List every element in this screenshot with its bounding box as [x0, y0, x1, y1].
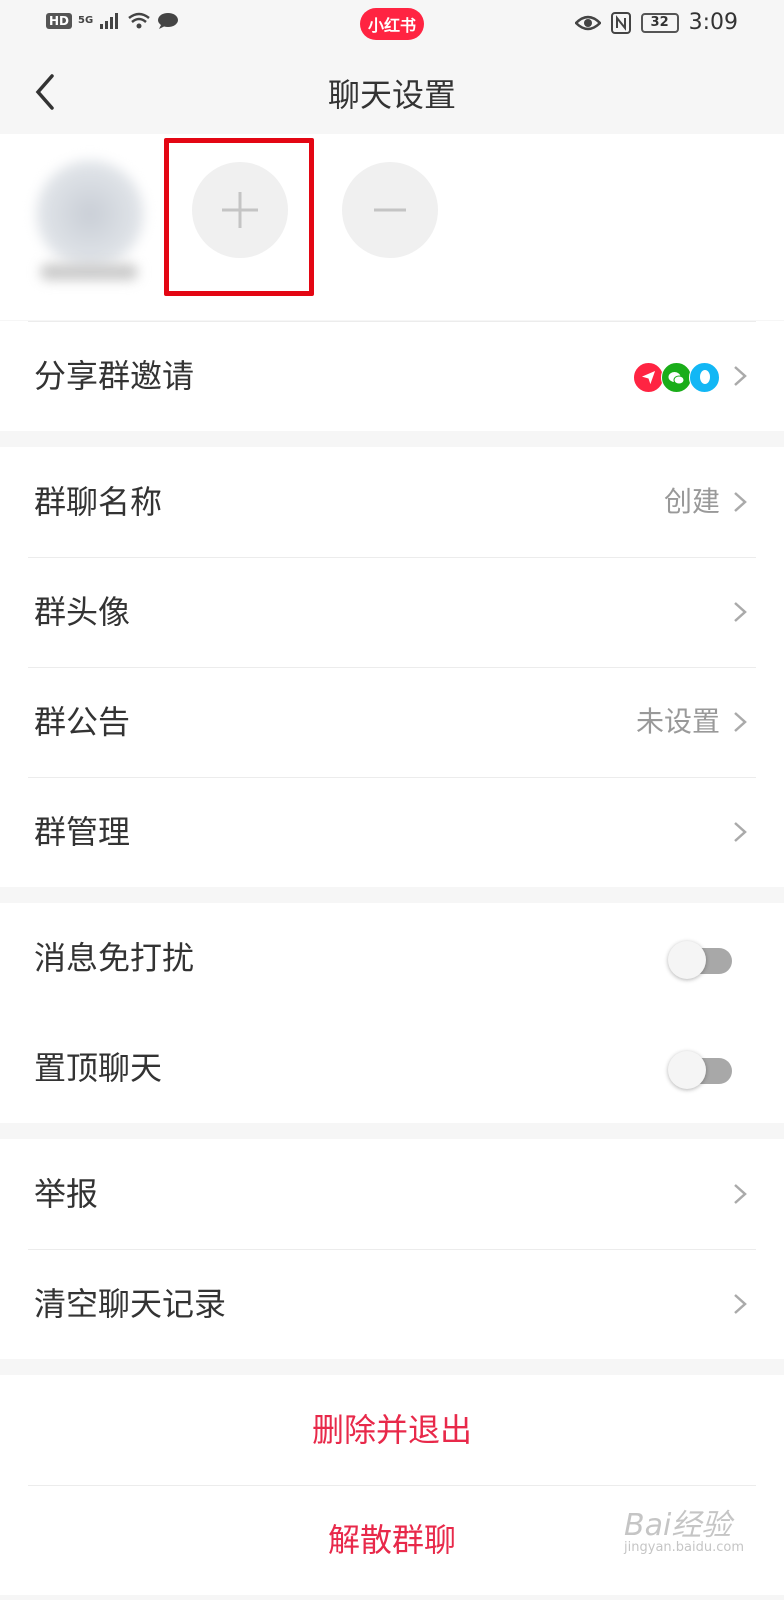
group-name-label: 群聊名称 [34, 483, 163, 521]
chevron-right-icon [734, 602, 747, 622]
pin-chat-toggle[interactable] [668, 1051, 732, 1089]
wechat-icon [661, 362, 692, 393]
report-row[interactable]: 举报 [0, 1139, 784, 1249]
group-management-label: 群管理 [34, 813, 131, 851]
nav-bar: 聊天设置 [0, 48, 784, 134]
pin-chat-label: 置顶聊天 [34, 1049, 163, 1087]
member-avatar[interactable] [36, 160, 144, 268]
chevron-right-icon [734, 492, 747, 512]
divider [28, 1485, 756, 1486]
group-name-value: 创建 [663, 485, 720, 518]
delete-and-exit-button[interactable]: 删除并退出 [0, 1375, 784, 1485]
share-invite-label: 分享群邀请 [34, 357, 195, 395]
pin-chat-row: 置顶聊天 [0, 1013, 784, 1123]
share-channel-icons [633, 362, 720, 393]
chevron-right-icon [734, 1184, 747, 1204]
page-title: 聊天设置 [327, 76, 456, 114]
watermark-brand: Bai经验 [624, 1508, 732, 1543]
clear-history-label: 清空聊天记录 [34, 1285, 227, 1323]
chevron-right-icon [734, 822, 747, 842]
status-right: 32 3:09 [574, 10, 738, 35]
qq-icon [689, 362, 720, 393]
status-bar: HD 5G 小红书 32 3:09 [0, 0, 784, 48]
clock: 3:09 [688, 10, 738, 35]
chevron-right-icon [734, 1294, 747, 1314]
divider [28, 557, 756, 558]
group-management-row[interactable]: 群管理 [0, 777, 784, 887]
clear-history-row[interactable]: 清空聊天记录 [0, 1249, 784, 1359]
group-avatar-row[interactable]: 群头像 [0, 557, 784, 667]
mute-toggle[interactable] [668, 941, 732, 979]
announcement-value: 未设置 [635, 705, 720, 738]
network-label: 5G [78, 15, 94, 26]
nfc-icon [610, 11, 631, 34]
divider [28, 777, 756, 778]
toggle-knob [668, 941, 706, 979]
eye-icon [574, 15, 601, 30]
wifi-icon [128, 12, 150, 29]
hd-badge: HD [46, 13, 73, 29]
status-left: HD 5G [46, 12, 179, 30]
member-name-blurred [40, 264, 138, 280]
watermark-url: jingyan.baidu.com [624, 1540, 744, 1555]
group-avatar-label: 群头像 [34, 593, 131, 631]
mute-row: 消息免打扰 [0, 903, 784, 1013]
remove-member-button[interactable] [342, 162, 438, 258]
send-icon [633, 362, 664, 393]
share-invite-row[interactable]: 分享群邀请 [0, 321, 784, 431]
chevron-right-icon [734, 712, 747, 732]
chevron-right-icon [734, 366, 747, 386]
app-badge: 小红书 [360, 8, 424, 40]
battery-indicator: 32 [640, 12, 679, 33]
announcement-row[interactable]: 群公告 未设置 [0, 667, 784, 777]
group-name-row[interactable]: 群聊名称 创建 [0, 447, 784, 557]
message-icon [158, 13, 179, 29]
member-section [0, 134, 784, 320]
mute-label: 消息免打扰 [34, 939, 195, 977]
watermark: Bai经验 jingyan.baidu.com [624, 1500, 744, 1555]
toggle-knob [668, 1051, 706, 1089]
announcement-label: 群公告 [34, 703, 131, 741]
signal-icon [100, 13, 119, 29]
dissolve-group-label: 解散群聊 [327, 1521, 456, 1559]
report-label: 举报 [34, 1175, 99, 1213]
minus-icon [374, 208, 406, 212]
highlight-annotation-box [164, 138, 314, 296]
